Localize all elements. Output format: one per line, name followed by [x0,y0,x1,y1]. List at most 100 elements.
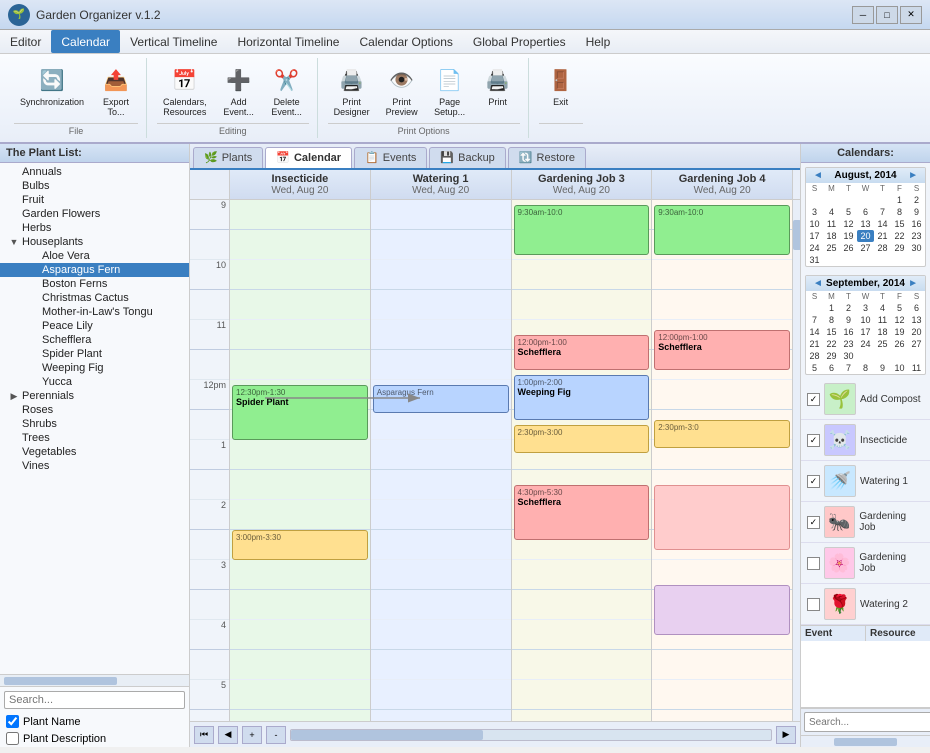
tree-item-garden-flowers[interactable]: Garden Flowers [0,207,189,221]
horizontal-scrollbar[interactable] [290,729,772,741]
cal-checkbox-add-compost[interactable]: ✓ [807,393,820,406]
tab-events[interactable]: 📋 Events [354,147,427,168]
tree-item-mother-in-law[interactable]: Mother-in-Law's Tongu [0,305,189,319]
cal-day-2-0[interactable]: 14 [806,326,823,338]
cal-day-0-3[interactable]: 3 [857,302,874,314]
tree-item-christmas-cactus[interactable]: Christmas Cactus [0,291,189,305]
tree-item-trees[interactable]: Trees [0,431,189,445]
cal-day-3-5[interactable]: 26 [891,338,908,350]
cal-day-3-6[interactable]: 23 [908,230,925,242]
cal-event-9[interactable]: 12:00pm-1:00Schefflera [654,330,790,370]
cal-checkbox-gardening-job2[interactable] [807,557,820,570]
cal-event-1[interactable]: 3:00pm-3:30 [232,530,368,560]
restore-button[interactable]: □ [876,6,898,24]
plant-description-checkbox[interactable] [6,732,19,745]
cal-day-5-2[interactable]: 7 [840,362,857,374]
cal-day-2-1[interactable]: 15 [823,326,840,338]
cal-item-watering2[interactable]: 🌹Watering 2 [801,584,930,625]
cal-day-1-4[interactable]: 7 [874,206,891,218]
cal-day-3-6[interactable]: 27 [908,338,925,350]
cal-day-2-3[interactable]: 13 [857,218,874,230]
exit-button[interactable]: 🚪 Exit [539,60,583,111]
tree-item-vines[interactable]: Vines [0,459,189,473]
right-panel-scrollbar[interactable] [801,735,930,747]
cal-day-3-4[interactable]: 25 [874,338,891,350]
tree-item-asparagus-fern[interactable]: Asparagus Fern [0,263,189,277]
cal-event-8[interactable]: 9:30am-10:0 [654,205,790,255]
print-preview-button[interactable]: 👁️ PrintPreview [380,60,424,121]
right-search-input[interactable] [804,712,930,732]
cal-day-1-4[interactable]: 11 [874,314,891,326]
cal-day-0-2[interactable]: 2 [840,302,857,314]
cal-checkbox-gardening-job1[interactable]: ✓ [807,516,820,529]
cal-event-5[interactable]: 1:00pm-2:00Weeping Fig [514,375,650,420]
tree-toggle-houseplants[interactable]: ▼ [8,236,20,248]
cal-day-4-1[interactable]: 29 [823,350,840,362]
remove-col-button[interactable]: - [266,726,286,744]
cal-day-5-1[interactable]: 6 [823,362,840,374]
cal-item-gardening-job1[interactable]: ✓🐜Gardening Job [801,502,930,543]
tree-item-shrubs[interactable]: Shrubs [0,417,189,431]
print-button[interactable]: 🖨️ Print [476,60,520,111]
delete-event-button[interactable]: ✂️ DeleteEvent... [265,60,309,121]
cal-day-1-0[interactable]: 7 [806,314,823,326]
cal-day-3-4[interactable]: 21 [874,230,891,242]
cal-day-5-3[interactable]: 8 [857,362,874,374]
minimize-button[interactable]: ─ [852,6,874,24]
cal-day-0-1[interactable]: 1 [823,302,840,314]
cal-event-2[interactable]: Asparagus Fern [373,385,509,413]
left-search-input[interactable] [4,691,185,709]
tree-item-peace-lily[interactable]: Peace Lily [0,319,189,333]
cal-day-3-3[interactable]: 20 [857,230,874,242]
cal-day-2-2[interactable]: 12 [840,218,857,230]
cal-day-5-0[interactable]: 5 [806,362,823,374]
cal-day-0-5[interactable]: 5 [891,302,908,314]
cal-day-2-4[interactable]: 18 [874,326,891,338]
cal-item-add-compost[interactable]: ✓🌱Add Compost [801,379,930,420]
plant-name-checkbox[interactable] [6,715,19,728]
tab-restore[interactable]: 🔃 Restore [508,147,586,168]
cal-day-5-5[interactable]: 10 [891,362,908,374]
close-button[interactable]: ✕ [900,6,922,24]
cal-event-6[interactable]: 2:30pm-3:00 [514,425,650,453]
cal-day-2-4[interactable]: 14 [874,218,891,230]
cal-day-3-5[interactable]: 22 [891,230,908,242]
cal-day-0-6[interactable]: 6 [908,302,925,314]
prev-button[interactable]: ◀ [218,726,238,744]
tree-item-roses[interactable]: Roses [0,403,189,417]
tree-item-boston-ferns[interactable]: Boston Ferns [0,277,189,291]
cal-day-4-3[interactable]: 27 [857,242,874,254]
cal-day-2-5[interactable]: 19 [891,326,908,338]
tab-calendar[interactable]: 📅 Calendar [265,147,352,168]
cal-day-3-3[interactable]: 24 [857,338,874,350]
add-event-button[interactable]: ➕ AddEvent... [217,60,261,121]
page-setup-button[interactable]: 📄 PageSetup... [428,60,472,121]
menu-help[interactable]: Help [576,30,621,53]
cal-day-1-6[interactable]: 13 [908,314,925,326]
aug-prev-button[interactable]: ◄ [810,170,826,181]
cal-day-5-0[interactable]: 31 [806,254,823,266]
menu-calendar-options[interactable]: Calendar Options [349,30,462,53]
menu-vertical-timeline[interactable]: Vertical Timeline [120,30,227,53]
cal-day-2-3[interactable]: 17 [857,326,874,338]
cal-day-4-0[interactable]: 28 [806,350,823,362]
cal-event-4[interactable]: 12:00pm-1:00Schefflera [514,335,650,370]
tree-item-spider-plant[interactable]: Spider Plant [0,347,189,361]
cal-day-2-6[interactable]: 20 [908,326,925,338]
cal-day-1-3[interactable]: 10 [857,314,874,326]
cal-event-11[interactable] [654,485,790,550]
menu-editor[interactable]: Editor [0,30,51,53]
cal-day-5-6[interactable]: 11 [908,362,925,374]
cal-event-3[interactable]: 9:30am-10:0 [514,205,650,255]
cal-day-3-0[interactable]: 17 [806,230,823,242]
tree-item-perennials[interactable]: ▶Perennials [0,389,189,403]
cal-event-7[interactable]: 4:30pm-5:30Schefflera [514,485,650,540]
tree-item-bulbs[interactable]: Bulbs [0,179,189,193]
aug-next-button[interactable]: ► [905,170,921,181]
cal-event-12[interactable] [654,585,790,635]
left-scrollbar[interactable] [0,674,189,686]
first-page-button[interactable]: ⏮ [194,726,214,744]
cal-day-4-0[interactable]: 24 [806,242,823,254]
cal-day-4-5[interactable]: 29 [891,242,908,254]
tree-item-annuals[interactable]: Annuals [0,165,189,179]
